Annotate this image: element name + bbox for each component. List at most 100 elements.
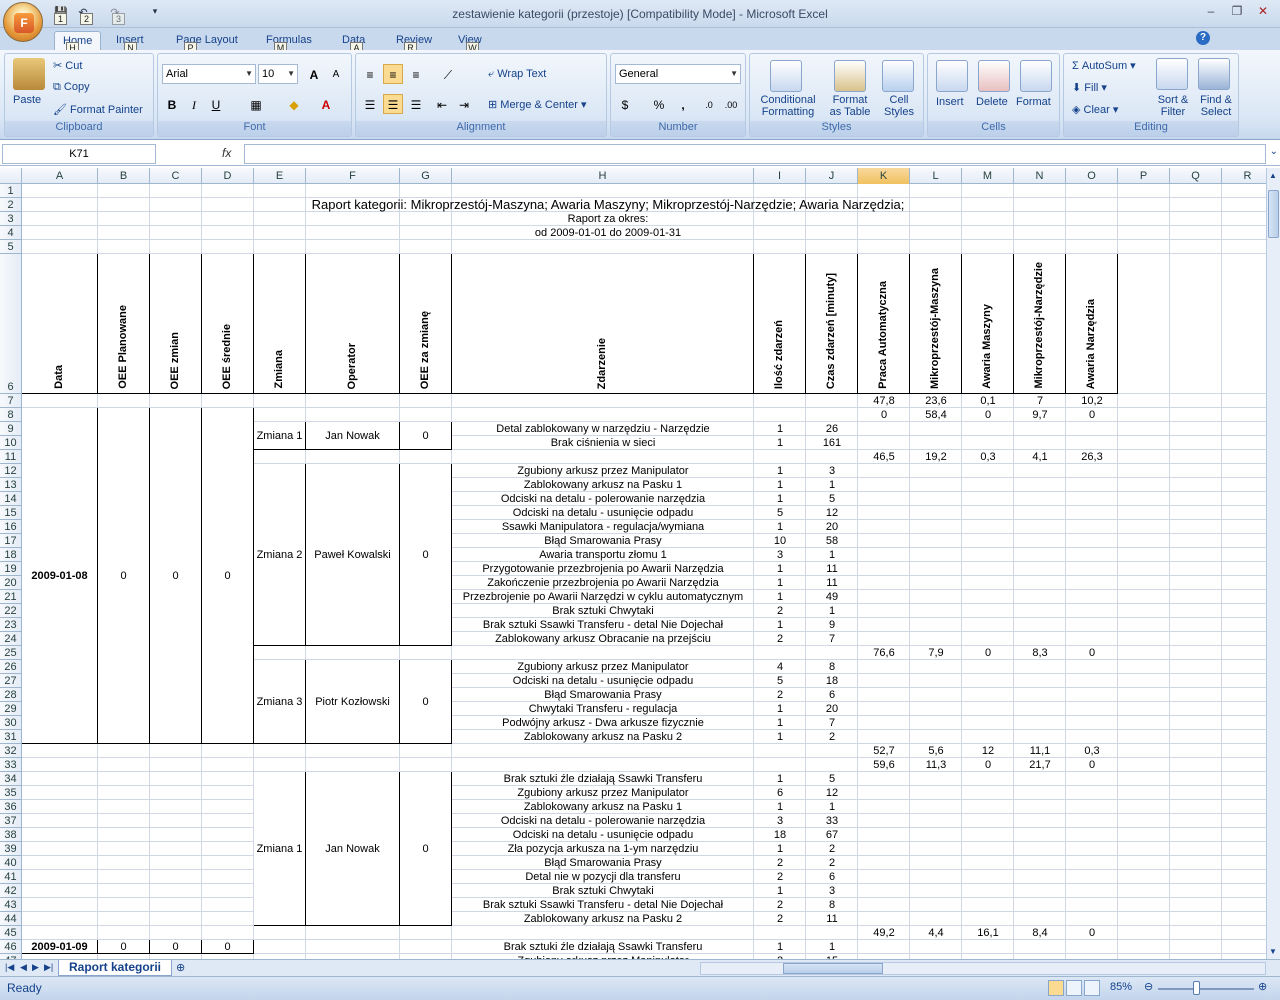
- cell-i42[interactable]: 1: [754, 884, 806, 898]
- cell-j19[interactable]: 11: [806, 562, 858, 576]
- cell-o11[interactable]: 26,3: [1066, 450, 1118, 464]
- row-header-29[interactable]: 29: [0, 702, 22, 716]
- cell-a8[interactable]: 2009-01-08: [22, 408, 98, 744]
- merge-center-button[interactable]: ⊞ Merge & Center ▾: [488, 98, 587, 111]
- cell-j14[interactable]: 5: [806, 492, 858, 506]
- cell-h14[interactable]: Odciski na detalu - polerowanie narzędzi…: [452, 492, 754, 506]
- cut-button[interactable]: ✂ Cut: [53, 59, 82, 72]
- row-header-3[interactable]: 3: [0, 212, 22, 226]
- header-cell-n[interactable]: Mikroprzestój-Narzędzie: [1014, 254, 1066, 394]
- row-header-35[interactable]: 35: [0, 786, 22, 800]
- cell-j36[interactable]: 1: [806, 800, 858, 814]
- cell-i34[interactable]: 1: [754, 772, 806, 786]
- prev-sheet-icon[interactable]: ◀: [20, 962, 27, 973]
- cell-h29[interactable]: Chwytaki Transferu - regulacja: [452, 702, 754, 716]
- cell-i29[interactable]: 1: [754, 702, 806, 716]
- row-header-18[interactable]: 18: [0, 548, 22, 562]
- next-sheet-icon[interactable]: ▶: [32, 962, 39, 973]
- delete-cells-icon[interactable]: [978, 60, 1010, 92]
- decrease-decimal-icon[interactable]: .00: [721, 94, 741, 114]
- report-title[interactable]: Raport kategorii: Mikroprzestój-Maszyna;…: [98, 198, 1118, 212]
- cell-j18[interactable]: 1: [806, 548, 858, 562]
- row-header-45[interactable]: 45: [0, 926, 22, 940]
- cell-j26[interactable]: 8: [806, 660, 858, 674]
- cell-j22[interactable]: 1: [806, 604, 858, 618]
- row-header-34[interactable]: 34: [0, 772, 22, 786]
- cell-j24[interactable]: 7: [806, 632, 858, 646]
- cell-b8[interactable]: 0: [98, 408, 150, 744]
- cell-i43[interactable]: 2: [754, 898, 806, 912]
- cell-o45[interactable]: 0: [1066, 926, 1118, 940]
- header-cell-h[interactable]: Zdarzenie: [452, 254, 754, 394]
- cell-j46[interactable]: 1: [806, 940, 858, 954]
- cell-g26[interactable]: 0: [400, 660, 452, 744]
- cell-e12[interactable]: Zmiana 2: [254, 464, 306, 646]
- row-header-8[interactable]: 8: [0, 408, 22, 422]
- copy-button[interactable]: ⧉ Copy: [53, 81, 90, 94]
- column-header-g[interactable]: G: [400, 168, 452, 184]
- cell-l25[interactable]: 7,9: [910, 646, 962, 660]
- column-header-b[interactable]: B: [98, 168, 150, 184]
- cell-i20[interactable]: 1: [754, 576, 806, 590]
- cell-i37[interactable]: 3: [754, 814, 806, 828]
- cell-h44[interactable]: Zablokowany arkusz na Pasku 2: [452, 912, 754, 926]
- autosum-button[interactable]: Σ AutoSum ▾: [1072, 59, 1136, 72]
- cell-j30[interactable]: 7: [806, 716, 858, 730]
- conditional-formatting-icon[interactable]: [770, 60, 802, 92]
- cell-h18[interactable]: Awaria transportu złomu 1: [452, 548, 754, 562]
- paste-icon[interactable]: [13, 58, 45, 90]
- row-header-46[interactable]: 46: [0, 940, 22, 954]
- cell-i10[interactable]: 1: [754, 436, 806, 450]
- cell-j12[interactable]: 3: [806, 464, 858, 478]
- close-icon[interactable]: ✕: [1252, 4, 1274, 22]
- row-header-25[interactable]: 25: [0, 646, 22, 660]
- cell-e26[interactable]: Zmiana 3: [254, 660, 306, 744]
- cell-g9[interactable]: 0: [400, 422, 452, 450]
- scroll-down-icon[interactable]: ▼: [1269, 947, 1277, 956]
- row-header-44[interactable]: 44: [0, 912, 22, 926]
- align-center-icon[interactable]: ☰: [383, 94, 403, 114]
- decrease-indent-icon[interactable]: ⇤: [432, 94, 452, 114]
- align-middle-icon[interactable]: ≡: [383, 64, 403, 84]
- sheet-tab-raport-kategorii[interactable]: Raport kategorii: [58, 960, 173, 976]
- normal-view-icon[interactable]: [1048, 980, 1064, 996]
- column-header-n[interactable]: N: [1014, 168, 1066, 184]
- vertical-scrollbar[interactable]: ▲ ▼: [1266, 168, 1280, 959]
- cell-h20[interactable]: Zakończenie przezbrojenia po Awarii Narz…: [452, 576, 754, 590]
- cell-h26[interactable]: Zgubiony arkusz przez Manipulator: [452, 660, 754, 674]
- header-cell-i[interactable]: Ilość zdarzeń: [754, 254, 806, 394]
- cell-i21[interactable]: 1: [754, 590, 806, 604]
- column-header-o[interactable]: O: [1066, 168, 1118, 184]
- cell-h41[interactable]: Detal nie w pozycji dla transferu: [452, 870, 754, 884]
- cell-m8[interactable]: 0: [962, 408, 1014, 422]
- office-button[interactable]: F: [3, 2, 43, 42]
- cell-j28[interactable]: 6: [806, 688, 858, 702]
- minimize-icon[interactable]: –: [1200, 4, 1222, 22]
- format-cells-button[interactable]: Format: [1016, 96, 1051, 108]
- cell-i41[interactable]: 2: [754, 870, 806, 884]
- cell-j17[interactable]: 58: [806, 534, 858, 548]
- row-header-5[interactable]: 5: [0, 240, 22, 254]
- row-header-27[interactable]: 27: [0, 674, 22, 688]
- cell-h39[interactable]: Zła pozycja arkusza na 1-ym narzędziu: [452, 842, 754, 856]
- cell-h31[interactable]: Zablokowany arkusz na Pasku 2: [452, 730, 754, 744]
- header-cell-j[interactable]: Czas zdarzeń [minuty]: [806, 254, 858, 394]
- cell-o8[interactable]: 0: [1066, 408, 1118, 422]
- cell-e34[interactable]: Zmiana 1: [254, 772, 306, 926]
- row-header-17[interactable]: 17: [0, 534, 22, 548]
- cell-n8[interactable]: 9,7: [1014, 408, 1066, 422]
- cell-n45[interactable]: 8,4: [1014, 926, 1066, 940]
- cell-n33[interactable]: 21,7: [1014, 758, 1066, 772]
- cell-h34[interactable]: Brak sztuki źle działają Ssawki Transfer…: [452, 772, 754, 786]
- row-header-19[interactable]: 19: [0, 562, 22, 576]
- row-header-6[interactable]: 6: [0, 254, 22, 394]
- align-bottom-icon[interactable]: ≡: [406, 64, 426, 84]
- row-header-4[interactable]: 4: [0, 226, 22, 240]
- cell-k25[interactable]: 76,6: [858, 646, 910, 660]
- column-header-f[interactable]: F: [306, 168, 400, 184]
- row-header-31[interactable]: 31: [0, 730, 22, 744]
- cell-i18[interactable]: 3: [754, 548, 806, 562]
- cell-k32[interactable]: 52,7: [858, 744, 910, 758]
- cell-f26[interactable]: Piotr Kozłowski: [306, 660, 400, 744]
- scroll-up-icon[interactable]: ▲: [1269, 171, 1277, 180]
